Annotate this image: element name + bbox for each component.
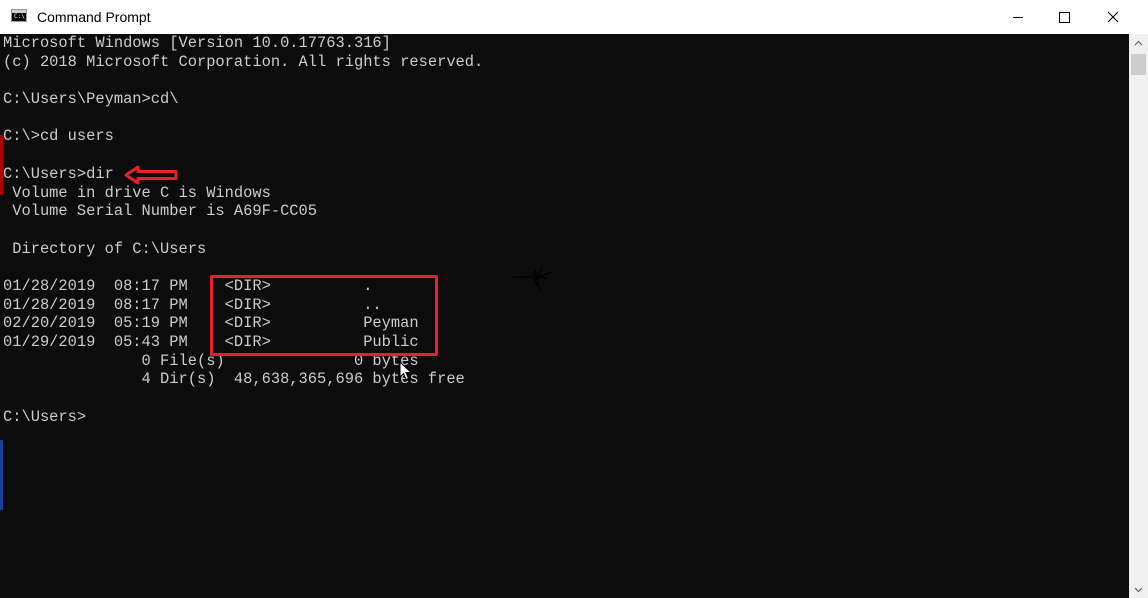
- maximize-icon: [1059, 12, 1070, 23]
- minimize-icon: [1013, 17, 1023, 18]
- console-line: C:\Users>: [3, 407, 87, 426]
- icon-text: C:\_: [14, 13, 29, 20]
- window-title: Command Prompt: [37, 9, 151, 25]
- mouse-cursor-icon: [399, 361, 412, 381]
- console-area[interactable]: Microsoft Windows [Version 10.0.17763.31…: [0, 34, 1129, 598]
- minimize-button[interactable]: [995, 0, 1041, 34]
- console-line: Volume Serial Number is A69F-CC05: [3, 202, 318, 221]
- left-arrow-icon: [124, 165, 178, 185]
- annotation-highlight-box: [210, 275, 438, 356]
- console-line: Microsoft Windows [Version 10.0.17763.31…: [3, 34, 391, 52]
- command-prompt-icon[interactable]: C:\_: [11, 9, 29, 22]
- maximize-button[interactable]: [1041, 0, 1087, 34]
- console-line: (c) 2018 Microsoft Corporation. All righ…: [3, 52, 484, 71]
- scroll-up-arrow-icon: [1134, 40, 1143, 45]
- console-line: Directory of C:\Users: [3, 239, 207, 258]
- vertical-scrollbar[interactable]: [1129, 34, 1148, 598]
- scribble-mark: [513, 267, 552, 293]
- close-button[interactable]: [1090, 0, 1136, 34]
- left-edge-strip: [0, 440, 3, 510]
- scroll-down-arrow-icon: [1134, 587, 1143, 592]
- left-edge-strip: [0, 135, 3, 195]
- console-line: C:\Users\Peyman>cd\: [3, 90, 179, 109]
- scroll-up-button[interactable]: [1129, 34, 1148, 51]
- scroll-down-button[interactable]: [1129, 581, 1148, 598]
- console-line: C:\Users>dir: [3, 164, 114, 183]
- title-bar[interactable]: C:\_ Command Prompt: [0, 0, 1148, 34]
- close-icon: [1107, 11, 1119, 23]
- scroll-thumb[interactable]: [1131, 54, 1146, 75]
- console-line: C:\>cd users: [3, 127, 114, 146]
- console-line: Volume in drive C is Windows: [3, 183, 271, 202]
